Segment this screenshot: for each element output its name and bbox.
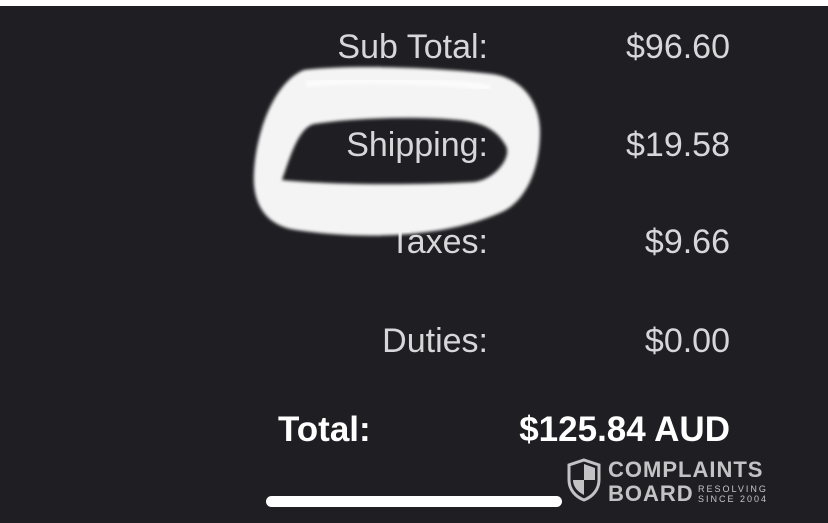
watermark-line1: COMPLAINTS xyxy=(608,457,764,482)
total-value: $125.84 AUD xyxy=(519,410,730,449)
order-summary-screen: Sub Total: $96.60 Shipping: $19.58 Taxes… xyxy=(0,0,828,523)
subtotal-label: Sub Total: xyxy=(337,28,488,66)
watermark-tag2: SINCE 2004 xyxy=(698,494,769,504)
taxes-value: $9.66 xyxy=(644,223,730,261)
total-label: Total: xyxy=(278,410,371,449)
shield-icon xyxy=(567,458,601,502)
watermark-line2: BOARD xyxy=(608,481,694,506)
top-edge xyxy=(0,0,828,6)
watermark: COMPLAINTS BOARD RESOLVING SINCE 2004 xyxy=(566,458,786,506)
home-indicator[interactable] xyxy=(266,496,562,507)
watermark-tag1: RESOLVING xyxy=(698,484,768,494)
duties-value: $0.00 xyxy=(644,322,730,360)
shipping-label: Shipping: xyxy=(346,126,488,164)
watermark-tagline: RESOLVING SINCE 2004 xyxy=(698,484,768,504)
duties-label: Duties: xyxy=(382,322,488,360)
shipping-value: $19.58 xyxy=(626,126,730,164)
taxes-label: Taxes: xyxy=(389,223,488,261)
subtotal-value: $96.60 xyxy=(626,28,730,66)
